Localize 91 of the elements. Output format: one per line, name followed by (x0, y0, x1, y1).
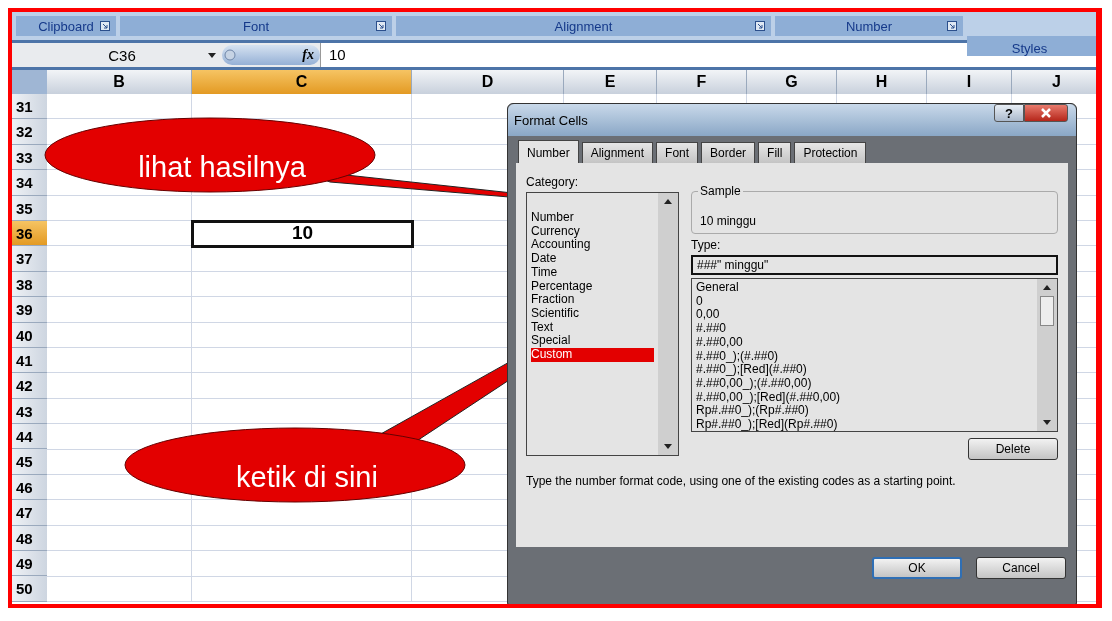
category-item[interactable]: Time (531, 265, 654, 280)
row-header[interactable]: 37 (12, 246, 47, 272)
ribbon-group-label: Alignment (554, 18, 613, 34)
column-header[interactable]: F (657, 70, 747, 94)
dialog-tab[interactable]: Border (701, 142, 756, 163)
format-item[interactable]: 0,00 (696, 308, 1033, 323)
column-header[interactable]: I (927, 70, 1012, 94)
row-header[interactable]: 46 (12, 474, 47, 501)
format-item[interactable]: 0 (696, 294, 1033, 309)
dialog-launcher-icon[interactable] (100, 21, 110, 31)
category-item[interactable]: Currency (531, 224, 654, 239)
scrollbar[interactable] (658, 193, 678, 455)
ribbon-group-label: Clipboard (38, 18, 94, 34)
category-item[interactable]: Special (531, 334, 654, 349)
row-header[interactable]: 41 (12, 347, 47, 374)
dropdown-arrow-icon[interactable] (208, 52, 216, 58)
format-item[interactable]: Rp#.##0_);[Red](Rp#.##0) (696, 418, 1033, 432)
category-item[interactable]: Number (531, 211, 654, 225)
category-item[interactable]: Custom (531, 348, 654, 362)
close-icon (1040, 108, 1052, 118)
dialog-tab[interactable]: Number (518, 140, 579, 163)
balloon-text: ketik di sini (235, 460, 379, 495)
resize-handle-icon[interactable] (224, 48, 236, 62)
dialog-tab[interactable]: Font (656, 142, 699, 163)
type-input-field[interactable]: ###" minggu" (691, 255, 1058, 275)
category-label: Category: (526, 175, 580, 189)
format-item[interactable]: General (696, 281, 1033, 295)
column-header[interactable]: C (192, 70, 412, 94)
close-button[interactable] (1024, 104, 1068, 122)
ribbon-group-label: Font (243, 18, 269, 34)
type-label: Type: (691, 238, 722, 252)
scroll-up-icon[interactable] (664, 199, 672, 204)
row-header[interactable]: 50 (12, 576, 47, 602)
row-header[interactable]: 47 (12, 500, 47, 526)
format-item[interactable]: #.##0,00 (696, 335, 1033, 350)
name-box[interactable]: C36 (12, 46, 202, 64)
row-header[interactable]: 44 (12, 424, 47, 450)
format-item[interactable]: #.##0,00_);[Red](#.##0,00) (696, 390, 1033, 405)
scroll-up-icon[interactable] (1043, 285, 1051, 290)
category-item[interactable]: Text (531, 320, 654, 335)
row-header[interactable]: 49 (12, 551, 47, 577)
category-item[interactable]: Date (531, 252, 654, 266)
help-button[interactable]: ? (994, 104, 1024, 122)
dialog-tab[interactable]: Fill (758, 142, 792, 163)
delete-button[interactable]: Delete (968, 438, 1058, 460)
cancel-button[interactable]: Cancel (976, 557, 1066, 579)
scroll-down-icon[interactable] (1043, 420, 1051, 425)
format-item[interactable]: #.##0_);[Red](#.##0) (696, 363, 1033, 377)
format-item[interactable]: #.##0_);(#.##0) (696, 349, 1033, 364)
row-header[interactable]: 38 (12, 271, 47, 298)
column-header[interactable]: J (1012, 70, 1096, 94)
dialog-launcher-icon[interactable] (376, 21, 386, 31)
dialog-launcher-icon[interactable] (947, 21, 957, 31)
dialog-tab[interactable]: Protection (794, 142, 867, 163)
sample-value: 10 minggu (700, 214, 757, 228)
dialog-launcher-icon[interactable] (755, 21, 765, 31)
column-header[interactable]: E (564, 70, 657, 94)
description-text: Type the number format code, using one of the existing codes as a starting point. (526, 474, 957, 488)
scroll-down-icon[interactable] (664, 444, 672, 449)
column-header[interactable]: H (837, 70, 927, 94)
sample-legend: Sample (698, 184, 743, 198)
category-item[interactable]: Percentage (531, 279, 654, 294)
column-header[interactable]: D (412, 70, 564, 94)
row-header[interactable]: 39 (12, 297, 47, 323)
category-item[interactable]: Scientific (531, 306, 654, 321)
row-header[interactable]: 43 (12, 398, 47, 425)
column-header[interactable]: G (747, 70, 837, 94)
ribbon-group-label: Number (845, 18, 893, 34)
row-header[interactable]: 48 (12, 525, 47, 552)
dialog-title: Format Cells (514, 112, 588, 128)
insert-function-button[interactable]: fx (302, 47, 314, 63)
active-cell[interactable]: 10 (191, 219, 414, 249)
row-header[interactable]: 36 (12, 220, 47, 247)
row-header[interactable]: 35 (12, 195, 47, 221)
category-item[interactable]: Fraction (531, 293, 654, 307)
format-item[interactable]: #.##0 (696, 322, 1033, 336)
format-item[interactable]: Rp#.##0_);(Rp#.##0) (696, 404, 1033, 419)
balloon-text: lihat hasilnya (137, 150, 307, 185)
row-header[interactable]: 40 (12, 322, 47, 348)
row-header[interactable]: 42 (12, 373, 47, 399)
column-header[interactable]: B (47, 70, 192, 94)
scroll-thumb[interactable] (1040, 296, 1054, 326)
ok-button[interactable]: OK (872, 557, 962, 579)
dialog-tab[interactable]: Alignment (581, 142, 654, 163)
row-header[interactable]: 31 (12, 94, 47, 120)
row-header[interactable]: 32 (12, 119, 47, 145)
category-item[interactable]: Accounting (531, 238, 654, 253)
row-header[interactable]: 34 (12, 170, 47, 196)
ribbon-group-label: Styles (1011, 41, 1048, 56)
format-item[interactable]: #.##0,00_);(#.##0,00) (696, 376, 1033, 391)
row-header[interactable]: 45 (12, 449, 47, 475)
